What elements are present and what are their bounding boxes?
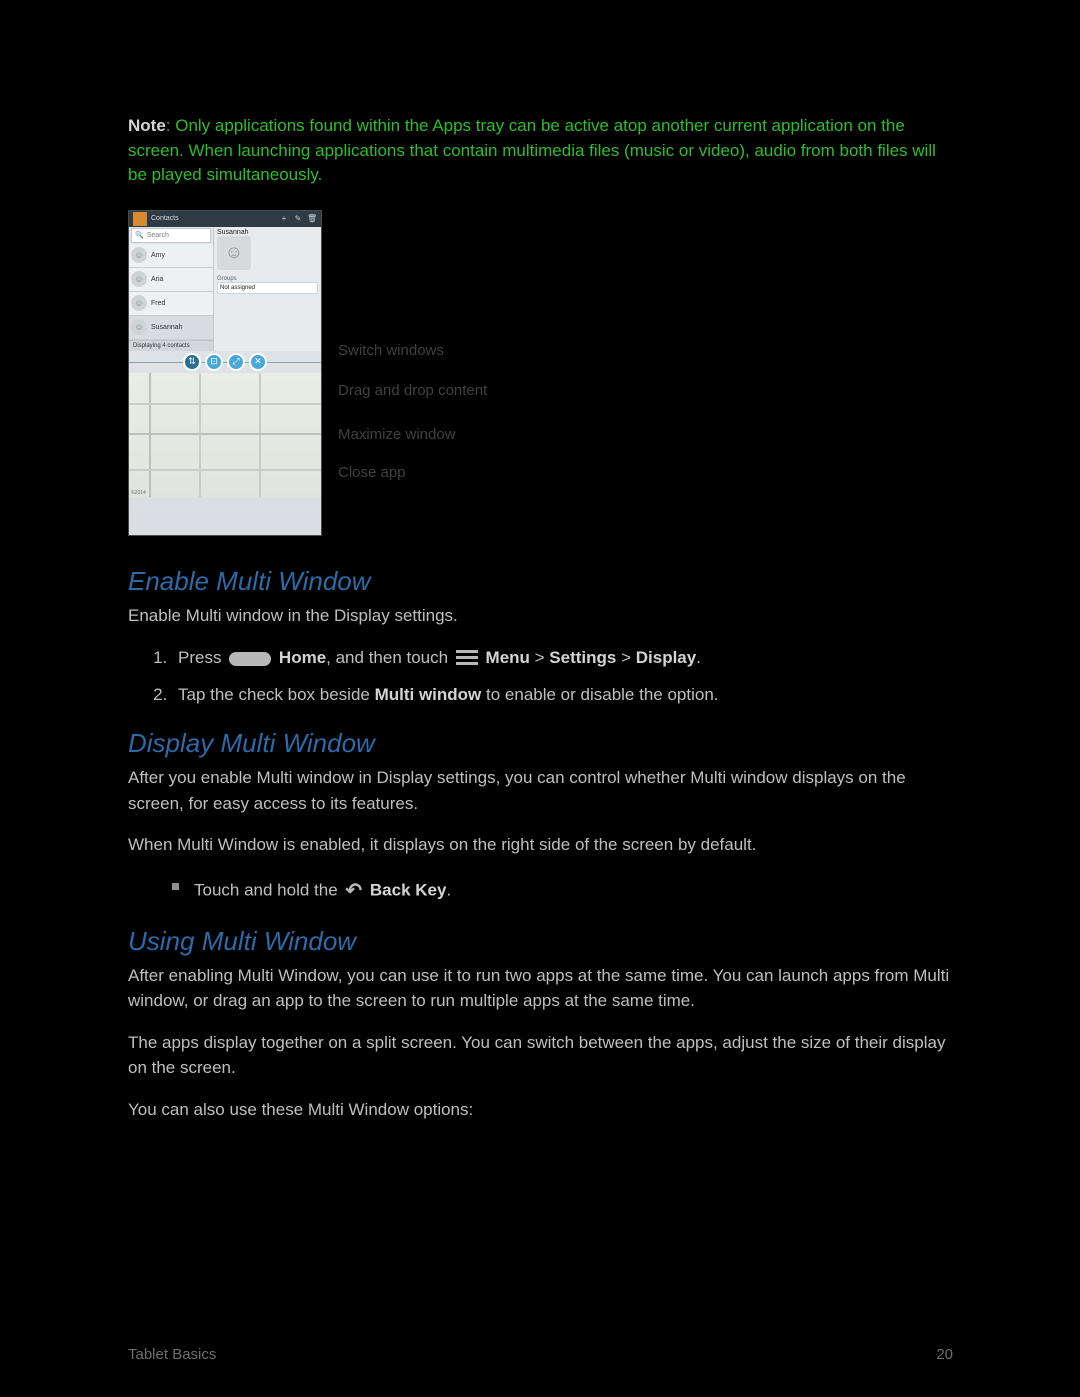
menu-icon (456, 650, 478, 668)
display-p1: After you enable Multi window in Display… (128, 765, 953, 816)
contact-row: Susannah (151, 324, 183, 331)
contact-row: Fred (151, 300, 165, 307)
map-pane: ©2014 (129, 373, 321, 497)
using-p2: The apps display together on a split scr… (128, 1030, 953, 1081)
callout-switch: Switch windows (338, 342, 444, 360)
avatar: ☺ (217, 236, 251, 270)
using-p3: You can also use these Multi Window opti… (128, 1097, 953, 1123)
app-title: Contacts (151, 215, 275, 222)
note-text: : Only applications found within the App… (128, 116, 936, 184)
display-bullet: Touch and hold the ↶ Back Key. (172, 874, 953, 908)
back-key-icon: ↶ (345, 874, 362, 908)
detail-name: Susannah (217, 229, 318, 236)
group-value: Not assigned (217, 282, 318, 294)
page-number: 20 (936, 1346, 953, 1363)
home-key-icon (229, 652, 271, 666)
heading-using: Using Multi Window (128, 926, 953, 957)
enable-step-2: Tap the check box beside Multi window to… (172, 681, 953, 710)
contact-row: Amy (151, 252, 165, 259)
callout-drag: Drag and drop content (338, 382, 487, 400)
list-footer: Displaying 4 contacts (129, 340, 213, 351)
callout-max: Maximize window (338, 426, 456, 444)
add-contact-icon: + (279, 214, 289, 224)
enable-step-1: Press Home, and then touch Menu > Settin… (172, 644, 953, 673)
callout-close: Close app (338, 464, 406, 482)
search-placeholder: Search (147, 232, 169, 239)
switch-windows-icon: ⇅ (183, 353, 201, 371)
drag-content-icon: ⊡ (205, 353, 223, 371)
using-p1: After enabling Multi Window, you can use… (128, 963, 953, 1014)
contact-row: Aria (151, 276, 163, 283)
maximize-icon: ⤢ (227, 353, 245, 371)
enable-intro: Enable Multi window in the Display setti… (128, 603, 953, 629)
edit-icon: ✎ (293, 214, 303, 224)
footer-section: Tablet Basics (128, 1346, 216, 1363)
heading-display: Display Multi Window (128, 728, 953, 759)
note-block: Note: Only applications found within the… (128, 114, 953, 188)
search-icon: 🔍 (135, 231, 144, 239)
display-p2: When Multi Window is enabled, it display… (128, 832, 953, 858)
delete-icon: 🗑 (307, 214, 317, 224)
note-label: Note (128, 116, 166, 135)
heading-enable: Enable Multi Window (128, 566, 953, 597)
multiwindow-screenshot: Contacts + ✎ 🗑 🔍Search ☺Amy ☺Aria ☺Fred … (128, 210, 322, 536)
close-app-icon: ✕ (249, 353, 267, 371)
